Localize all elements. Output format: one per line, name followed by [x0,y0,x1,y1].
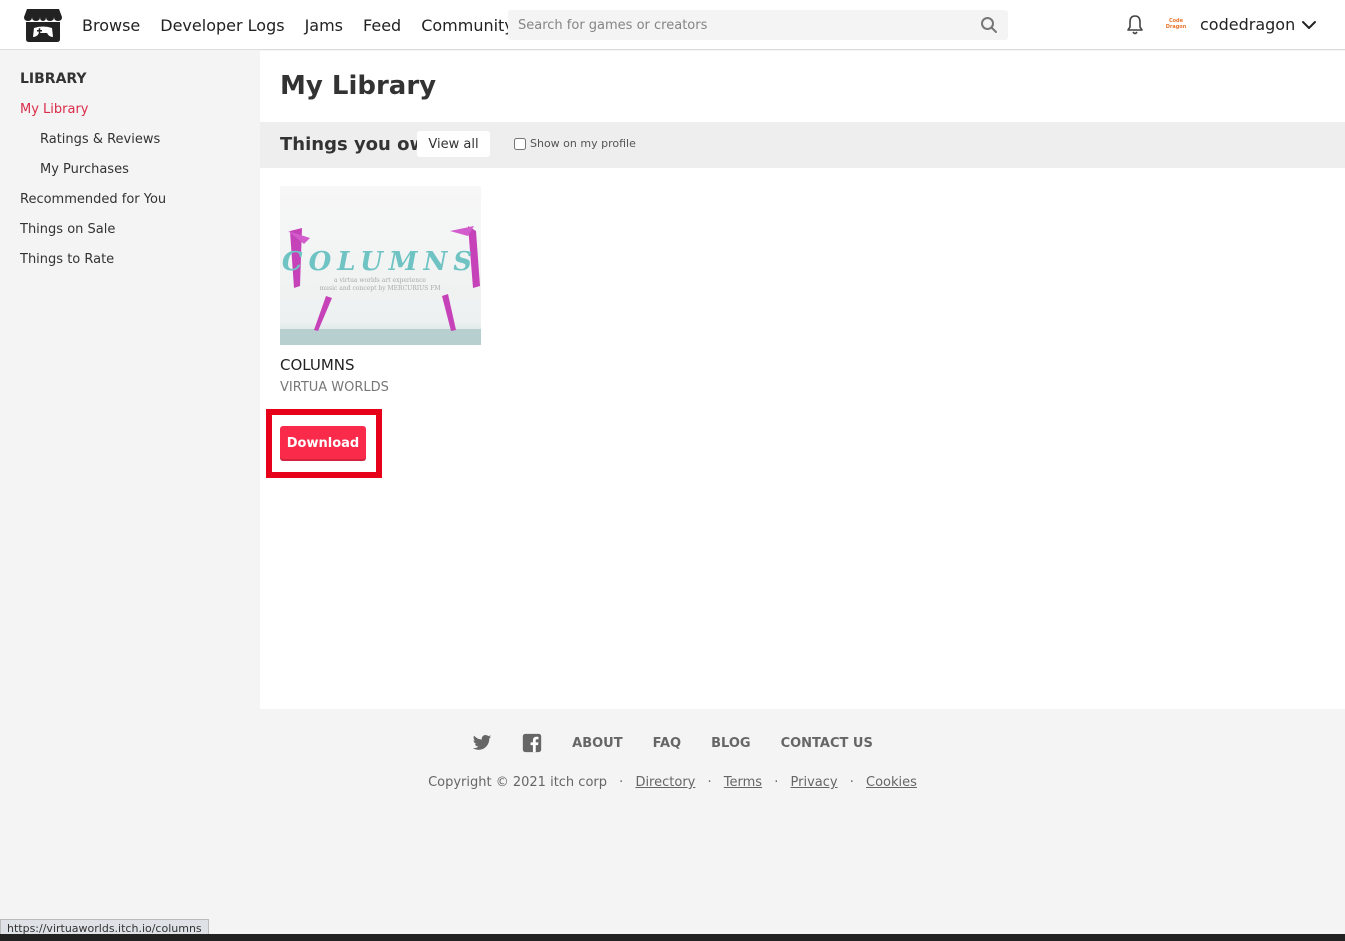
footer-link-contact[interactable]: CONTACT US [781,736,873,751]
sidebar-heading: LIBRARY [20,71,87,87]
thumb-subtitle-1: a virtua worlds art experience [334,277,426,284]
sidebar-item-my-purchases[interactable]: My Purchases [40,162,129,177]
twitter-icon[interactable] [472,733,492,753]
sidebar-item-things-on-sale[interactable]: Things on Sale [20,222,115,237]
search-input[interactable] [508,10,968,40]
game-card: COLUMNS a virtua worlds art experience m… [280,186,481,395]
nav-jams[interactable]: Jams [305,16,343,35]
show-on-profile-toggle[interactable]: Show on my profile [514,137,636,150]
nav-developer-logs[interactable]: Developer Logs [160,16,284,35]
footer-link-blog[interactable]: BLOG [711,736,750,751]
search-icon[interactable] [980,16,998,34]
avatar[interactable]: Code Dragon [1162,14,1190,34]
view-all-button[interactable]: View all [417,131,490,157]
sidebar-item-things-to-rate[interactable]: Things to Rate [20,252,114,267]
username[interactable]: codedragon [1200,15,1295,34]
nav-browse[interactable]: Browse [82,16,140,35]
sidebar-item-my-library[interactable]: My Library [20,102,89,117]
copyright-text: Copyright © 2021 itch corp [428,775,608,790]
nav-community[interactable]: Community [421,16,514,35]
page-title: My Library [280,71,437,101]
footer-link-terms[interactable]: Terms [724,775,762,790]
avatar-text-line2: Dragon [1165,24,1187,30]
footer-links: ABOUT FAQ BLOG CONTACT US [260,733,1085,753]
footer-link-cookies[interactable]: Cookies [866,775,917,790]
chevron-down-icon[interactable] [1300,16,1318,34]
footer-link-directory[interactable]: Directory [635,775,695,790]
footer-copyright: Copyright © 2021 itch corp · Directory ·… [428,775,917,790]
game-author[interactable]: VIRTUA WORLDS [280,380,389,395]
library-sidebar: LIBRARY My Library Ratings & Reviews My … [0,51,260,709]
section-title: Things you own [280,134,439,155]
game-title[interactable]: COLUMNS [280,356,355,374]
thumb-title: COLUMNS [282,247,478,277]
things-you-own-bar: Things you own View all Show on my profi… [260,122,1345,168]
itch-logo-icon[interactable] [23,7,63,43]
game-thumbnail[interactable]: COLUMNS a virtua worlds art experience m… [280,186,481,345]
library-main: My Library Things you own View all Show … [260,51,1345,709]
show-on-profile-label: Show on my profile [530,137,636,150]
footer-link-faq[interactable]: FAQ [653,736,682,751]
sidebar-item-ratings-reviews[interactable]: Ratings & Reviews [40,132,160,147]
thumb-subtitle-2: music and concept by MERCURIUS FM [319,285,440,292]
top-header: Browse Developer Logs Jams Feed Communit… [0,0,1345,50]
show-on-profile-checkbox[interactable] [514,137,526,150]
notifications-bell-icon[interactable] [1125,14,1145,36]
sidebar-item-recommended[interactable]: Recommended for You [20,192,166,207]
download-button[interactable]: Download [280,426,366,461]
search-bar [508,10,1008,40]
nav-feed[interactable]: Feed [363,16,401,35]
main-nav: Browse Developer Logs Jams Feed Communit… [82,0,534,50]
facebook-icon[interactable] [522,733,542,753]
footer-link-about[interactable]: ABOUT [572,736,622,751]
footer: ABOUT FAQ BLOG CONTACT US Copyright © 20… [260,709,1345,934]
bottom-edge-bar [0,934,1345,941]
footer-link-privacy[interactable]: Privacy [791,775,838,790]
